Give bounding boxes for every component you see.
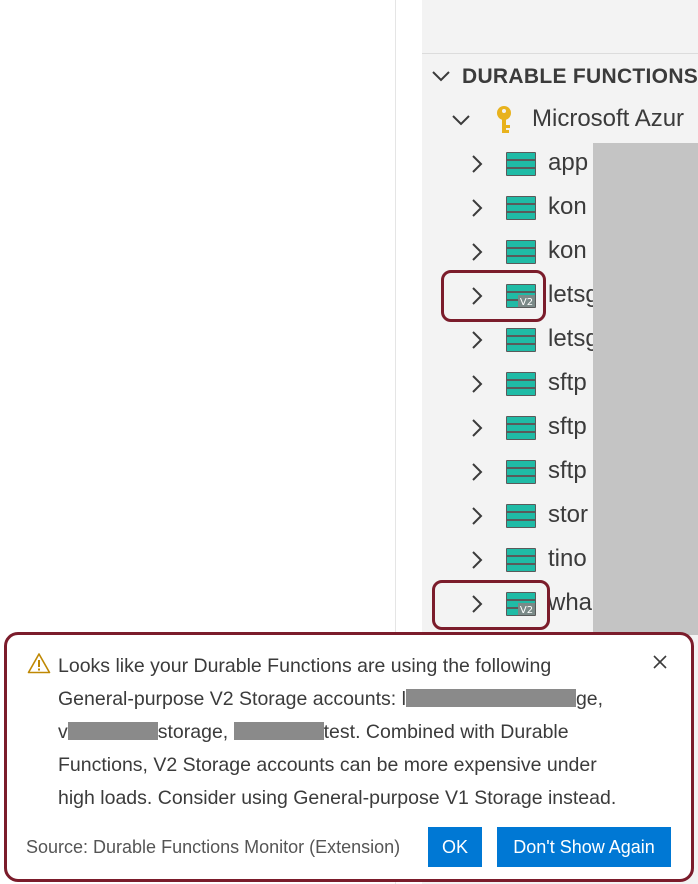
- storage-account-label: kon: [548, 193, 587, 220]
- notification-toast: Looks like your Durable Functions are us…: [4, 632, 694, 882]
- dont-show-again-button[interactable]: Don't Show Again: [497, 827, 671, 867]
- section-title: DURABLE FUNCTIONS: [462, 65, 698, 88]
- chevron-right-icon[interactable]: [466, 505, 488, 527]
- redacted-text: [405, 689, 576, 707]
- storage-account-icon: [506, 196, 536, 220]
- storage-account-label: kon: [548, 237, 587, 264]
- key-icon: [497, 106, 511, 133]
- storage-account-label: tino: [548, 545, 587, 572]
- notification-source: Source: Durable Functions Monitor (Exten…: [26, 837, 401, 857]
- chevron-down-icon: [452, 115, 470, 126]
- storage-account-label: sftp: [548, 457, 587, 484]
- storage-account-icon: [506, 460, 536, 484]
- warning-icon: [27, 653, 51, 674]
- v2-highlight: [441, 270, 546, 322]
- notification-message: Looks like your Durable Functions are us…: [58, 650, 618, 815]
- chevron-right-icon[interactable]: [466, 241, 488, 263]
- storage-account-label: wha: [548, 589, 593, 616]
- chevron-right-icon[interactable]: [466, 329, 488, 351]
- chevron-right-icon[interactable]: [466, 417, 488, 439]
- storage-account-icon: [506, 504, 536, 528]
- storage-account-icon: [506, 152, 536, 176]
- section-header-durable-functions[interactable]: DURABLE FUNCTIONS: [422, 58, 698, 98]
- message-part: v: [58, 721, 68, 743]
- chevron-right-icon[interactable]: [466, 373, 488, 395]
- chevron-down-icon: [432, 71, 450, 82]
- storage-account-label: app: [548, 149, 589, 176]
- storage-account-label: sftp: [548, 413, 587, 440]
- storage-account-icon: [506, 548, 536, 572]
- storage-account-icon: [506, 416, 536, 440]
- close-icon[interactable]: [652, 654, 668, 670]
- message-part: ge,: [575, 688, 604, 710]
- storage-account-label: sftp: [548, 369, 587, 396]
- storage-account-label: letsg: [548, 281, 599, 308]
- storage-account-label: letsg: [548, 325, 599, 352]
- ok-button[interactable]: OK: [428, 827, 482, 867]
- storage-account-label: stor: [548, 501, 589, 528]
- redacted-text: [233, 722, 324, 740]
- redacted-area: [593, 143, 698, 635]
- redacted-text: [67, 722, 158, 740]
- storage-account-icon: [506, 240, 536, 264]
- message-part: storage,: [157, 721, 234, 743]
- chevron-right-icon[interactable]: [466, 461, 488, 483]
- storage-account-icon: [506, 328, 536, 352]
- subscription-node[interactable]: Microsoft Azur: [422, 98, 698, 142]
- storage-account-icon: [506, 372, 536, 396]
- chevron-right-icon[interactable]: [466, 549, 488, 571]
- subscription-label: Microsoft Azur: [532, 105, 685, 132]
- v2-highlight: [432, 580, 550, 630]
- chevron-right-icon[interactable]: [466, 197, 488, 219]
- chevron-right-icon[interactable]: [466, 153, 488, 175]
- panel-separator: [422, 53, 698, 54]
